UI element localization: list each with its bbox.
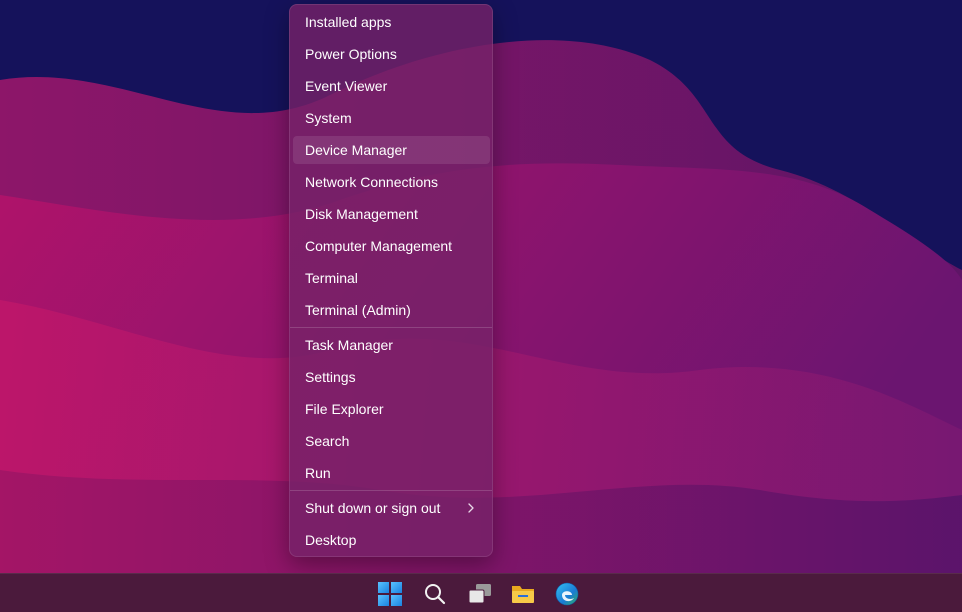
menu-item-network-connections[interactable]: Network Connections [293,168,490,196]
menu-item-computer-management[interactable]: Computer Management [293,232,490,260]
search-icon [425,584,446,605]
menu-item-file-explorer[interactable]: File Explorer [293,395,490,423]
menu-item-desktop[interactable]: Desktop [293,526,490,554]
power-user-context-menu: Installed apps Power Options Event Viewe… [289,4,493,557]
menu-item-power-options[interactable]: Power Options [293,40,490,68]
menu-separator [290,327,492,328]
menu-item-terminal[interactable]: Terminal [293,264,490,292]
menu-item-system[interactable]: System [293,104,490,132]
chevron-right-icon [468,503,474,513]
file-explorer-button[interactable] [507,578,539,610]
menu-separator [290,490,492,491]
taskbar [0,573,962,612]
edge-browser-icon [555,582,579,606]
menu-item-task-manager[interactable]: Task Manager [293,331,490,359]
menu-item-terminal-admin[interactable]: Terminal (Admin) [293,296,490,324]
menu-item-installed-apps[interactable]: Installed apps [293,8,490,36]
menu-item-search[interactable]: Search [293,427,490,455]
menu-item-settings[interactable]: Settings [293,363,490,391]
menu-item-shut-down-or-sign-out[interactable]: Shut down or sign out [293,494,490,522]
menu-item-disk-management[interactable]: Disk Management [293,200,490,228]
edge-button[interactable] [551,578,583,610]
menu-item-label: Shut down or sign out [305,500,441,516]
start-button[interactable] [374,578,406,610]
windows-start-icon [378,582,402,606]
file-explorer-icon [512,586,534,603]
task-view-button[interactable] [464,578,496,610]
menu-item-event-viewer[interactable]: Event Viewer [293,72,490,100]
menu-item-device-manager[interactable]: Device Manager [293,136,490,164]
taskbar-search-button[interactable] [419,578,451,610]
menu-item-run[interactable]: Run [293,459,490,487]
task-view-icon [468,584,491,604]
